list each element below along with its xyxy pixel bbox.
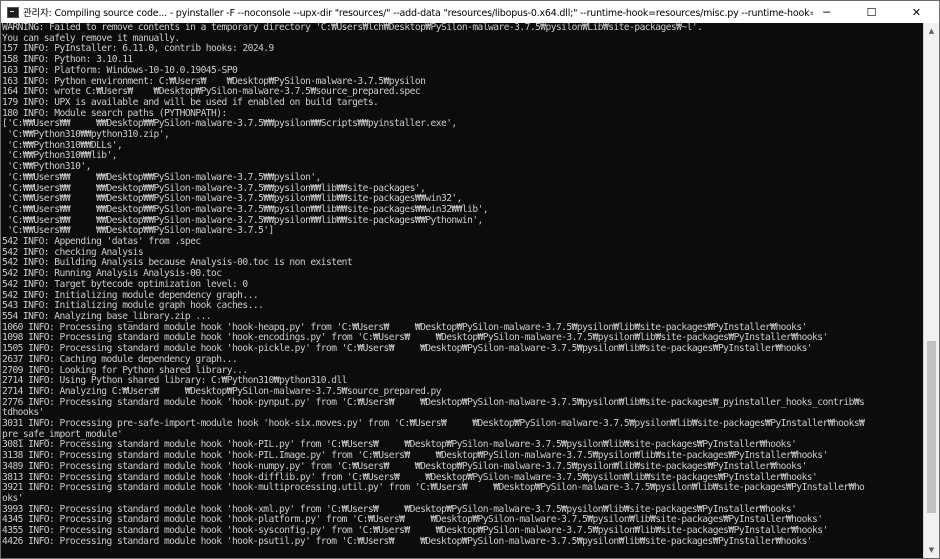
console-line: 2776 INFO: Processing standard module ho…: [2, 396, 865, 408]
close-button[interactable]: ✕: [894, 1, 939, 23]
console-line: 3489 INFO: Processing standard module ho…: [2, 460, 807, 472]
window-controls: ─ ☐ ✕: [804, 1, 939, 23]
scrollbar-thumb[interactable]: [927, 341, 936, 513]
console-line: 3031 INFO: Processing pre-safe-import-mo…: [2, 418, 865, 430]
console-app-icon[interactable]: [7, 6, 19, 18]
console-line: 4426 INFO: Processing standard module ho…: [2, 535, 813, 547]
minimize-button[interactable]: ─: [804, 1, 849, 23]
console-line: 'C:₩₩Python310₩₩python310.zip',: [2, 129, 170, 141]
scroll-up-arrow-icon[interactable]: ▲: [924, 23, 939, 39]
console-line: 163 INFO: Platform: Windows-10-10.0.1904…: [2, 64, 238, 76]
console-line: 'C:₩₩Python310₩₩DLLs',: [2, 139, 123, 151]
console-line: 3921 INFO: Processing standard module ho…: [2, 482, 865, 494]
console-line: 'C:₩₩Python310₩₩lib',: [2, 150, 117, 162]
console-output[interactable]: WARNING: Failed to remove contents in a …: [1, 23, 924, 558]
console-window: 관리자: Compiling source code... - pyinstal…: [0, 0, 940, 559]
console-line: 2637 INFO: Caching module dependency gra…: [2, 353, 238, 365]
scroll-down-arrow-icon[interactable]: ▼: [924, 542, 939, 558]
console-line: 2714 INFO: Analyzing C:₩Users₩ ₩Desktop₩…: [2, 385, 442, 397]
console-line: 157 INFO: PyInstaller: 6.11.0, contrib h…: [2, 43, 274, 55]
title-bar[interactable]: 관리자: Compiling source code... - pyinstal…: [1, 1, 939, 24]
window-title: 관리자: Compiling source code... - pyinstal…: [23, 8, 813, 19]
console-line: 'C:₩₩Users₩₩ ₩₩Desktop₩₩PySilon-malware-…: [2, 171, 321, 183]
maximize-button[interactable]: ☐: [849, 1, 894, 23]
vertical-scrollbar[interactable]: ▲ ▼: [923, 23, 939, 558]
console-line: 542 INFO: Target bytecode optimization l…: [2, 278, 248, 290]
